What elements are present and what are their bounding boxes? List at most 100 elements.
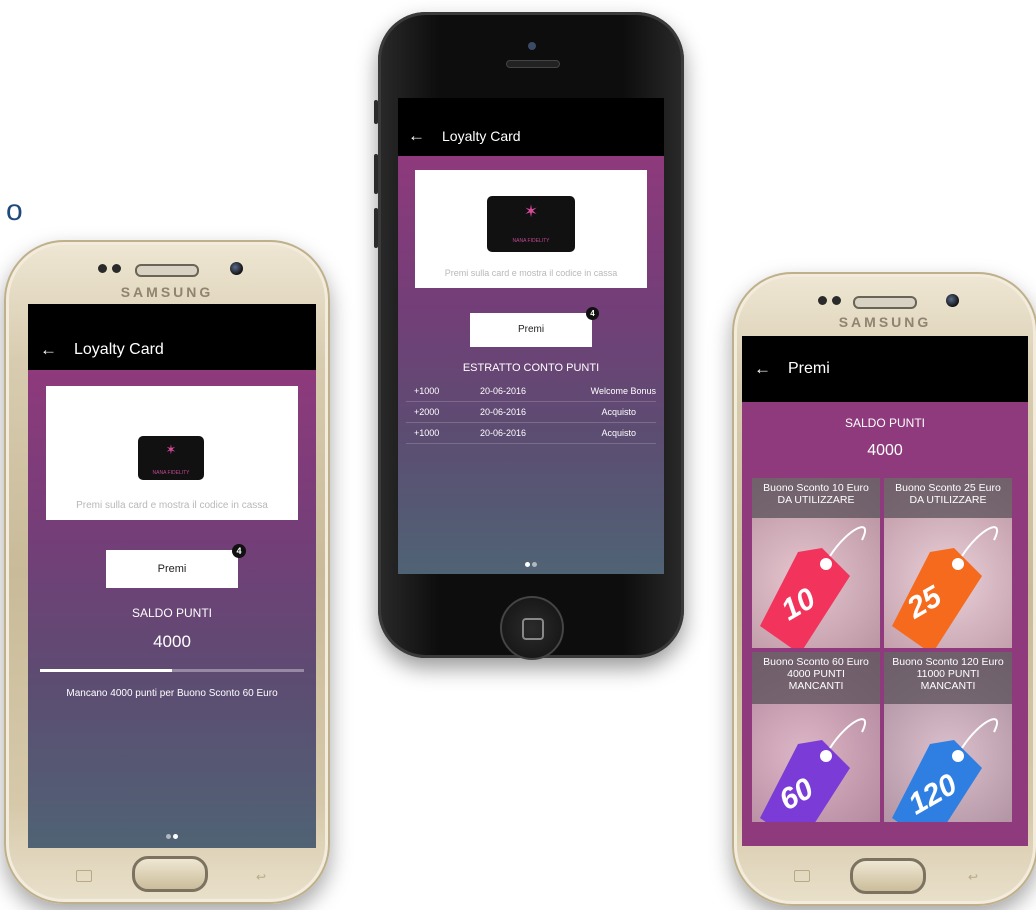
page-dot[interactable] (532, 562, 537, 567)
card-logo-icon: ✶ (523, 202, 539, 221)
card-hint: Premi sulla card e mostra il codice in c… (76, 500, 268, 511)
rewards-count-badge: 4 (232, 544, 246, 558)
front-camera (528, 42, 536, 50)
points-balance-label: SALDO PUNTI (131, 606, 212, 620)
loyalty-card-panel[interactable]: ✶ NANA FIDELITY Premi sulla card e mostr… (46, 386, 298, 520)
reward-status-detail: MANCANTI (788, 680, 844, 692)
side-button (374, 154, 378, 194)
reward-caption: Buono Sconto 10 Euro DA UTILIZZARE (752, 478, 880, 518)
date-cell: 20-06-2016 (480, 386, 527, 396)
app-bar: ← Loyalty Card (398, 116, 664, 156)
iphone: ← Loyalty Card ✶ NANA FIDELITY Premi sul… (374, 12, 684, 660)
reward-title: Buono Sconto 10 Euro (763, 482, 869, 494)
reward-status: DA UTILIZZARE (777, 494, 855, 506)
statement-row: +2000 20-06-2016 Acquisto (406, 401, 656, 423)
page-indicator (28, 826, 316, 844)
recent-apps-key[interactable] (794, 870, 810, 882)
rewards-button[interactable]: Premi (470, 313, 592, 347)
page-dot-active[interactable] (525, 562, 530, 567)
proximity-sensor (832, 296, 841, 305)
content-area: ✶ NANA FIDELITY Premi sulla card e mostr… (398, 156, 664, 574)
points-balance-value: 4000 (867, 442, 903, 459)
earpiece-speaker (853, 296, 917, 309)
reward-caption: Buono Sconto 60 Euro 4000 PUNTI MANCANTI (752, 652, 880, 704)
tag-hole (820, 558, 832, 570)
loyalty-card-panel[interactable]: ✶ NANA FIDELITY Premi sulla card e mostr… (415, 170, 647, 288)
back-arrow-icon[interactable]: ← (40, 340, 60, 360)
earpiece-speaker (135, 264, 199, 277)
content-area: SALDO PUNTI 4000 Buono Sconto 10 Euro DA … (742, 402, 1028, 846)
app-bar: ← Loyalty Card (28, 330, 316, 370)
reward-status: 4000 PUNTI (787, 668, 845, 680)
reward-tile[interactable]: Buono Sconto 60 Euro 4000 PUNTI MANCANTI 6… (752, 652, 880, 822)
front-camera (230, 262, 243, 275)
stray-glyph: o (6, 194, 23, 227)
app-bar: ← Premi (742, 336, 1028, 402)
reward-title: Buono Sconto 25 Euro (895, 482, 1001, 494)
points-progress-fill (40, 669, 172, 672)
reward-tile[interactable]: Buono Sconto 120 Euro 11000 PUNTI MANCANTI… (884, 652, 1012, 822)
rewards-count-badge: 4 (586, 307, 599, 320)
samsung-phone-left: SAMSUNG ← Loyalty Card ✶ NANA FIDELITY P… (4, 240, 330, 904)
statement-row: +1000 20-06-2016 Acquisto (406, 422, 656, 444)
recent-apps-key[interactable] (76, 870, 92, 882)
tag-hole (952, 750, 964, 762)
date-cell: 20-06-2016 (480, 407, 527, 417)
status-bar (398, 98, 664, 116)
page-dot-active[interactable] (173, 834, 178, 839)
points-balance-label: SALDO PUNTI (844, 416, 925, 430)
back-key[interactable]: ↩ (968, 870, 982, 884)
reward-status: DA UTILIZZARE (909, 494, 987, 506)
loyalty-card-image[interactable]: ✶ NANA FIDELITY (138, 436, 204, 480)
home-square-icon (522, 618, 544, 640)
date-cell: 20-06-2016 (480, 428, 527, 438)
page-title: Loyalty Card (74, 341, 164, 358)
card-brand-name: NANA FIDELITY (152, 470, 190, 476)
front-camera (946, 294, 959, 307)
points-balance-value: 4000 (153, 632, 191, 651)
reward-title: Buono Sconto 120 Euro (892, 656, 1004, 668)
card-brand-name: NANA FIDELITY (512, 238, 550, 244)
home-button[interactable] (132, 856, 208, 892)
reward-tile[interactable]: Buono Sconto 10 Euro DA UTILIZZARE 10 (752, 478, 880, 648)
rewards-button[interactable]: Premi (106, 550, 238, 588)
page-title: Premi (788, 360, 830, 377)
card-hint: Premi sulla card e mostra il codice in c… (444, 268, 618, 278)
screen-loyalty-card: ← Loyalty Card ✶ NANA FIDELITY Premi sul… (28, 304, 316, 848)
back-key[interactable]: ↩ (256, 870, 270, 884)
points-cell: +1000 (414, 386, 440, 396)
points-cell: +2000 (414, 407, 440, 417)
description-cell: Acquisto (601, 428, 636, 438)
home-button[interactable] (500, 596, 564, 660)
tag-hole (820, 750, 832, 762)
statement-title: ESTRATTO CONTO PUNTI (462, 362, 600, 374)
home-button[interactable] (850, 858, 926, 894)
brand-logo: SAMSUNG (120, 284, 214, 300)
tag-string (961, 526, 999, 557)
screen-rewards: ← Premi SALDO PUNTI 4000 Buono Sconto 10… (742, 336, 1028, 846)
tag-string (829, 526, 867, 557)
tag-string (961, 718, 999, 749)
samsung-phone-right: SAMSUNG ← Premi SALDO PUNTI 4000 Buono S… (732, 272, 1036, 906)
reward-caption: Buono Sconto 25 Euro DA UTILIZZARE (884, 478, 1012, 518)
side-button (374, 208, 378, 248)
progress-message: Mancano 4000 punti per Buono Sconto 60 E… (66, 688, 278, 699)
back-arrow-icon[interactable]: ← (408, 126, 428, 146)
description-cell: Acquisto (601, 407, 636, 417)
loyalty-card-image[interactable]: ✶ NANA FIDELITY (487, 196, 575, 252)
reward-tile[interactable]: Buono Sconto 25 Euro DA UTILIZZARE 25 (884, 478, 1012, 648)
proximity-sensor (98, 264, 107, 273)
page-dot[interactable] (166, 834, 171, 839)
content-area: ✶ NANA FIDELITY Premi sulla card e mostr… (28, 370, 316, 848)
reward-status: 11000 PUNTI (916, 668, 980, 680)
points-cell: +1000 (414, 428, 440, 438)
proximity-sensor (818, 296, 827, 305)
brand-logo: SAMSUNG (838, 314, 932, 330)
page-title: Loyalty Card (442, 128, 521, 144)
card-logo-icon: ✶ (165, 442, 177, 457)
side-button (374, 100, 378, 124)
page-indicator (398, 554, 664, 572)
back-arrow-icon[interactable]: ← (754, 359, 774, 379)
screen-statement: ← Loyalty Card ✶ NANA FIDELITY Premi sul… (398, 98, 664, 574)
points-progress-bar (40, 669, 304, 672)
